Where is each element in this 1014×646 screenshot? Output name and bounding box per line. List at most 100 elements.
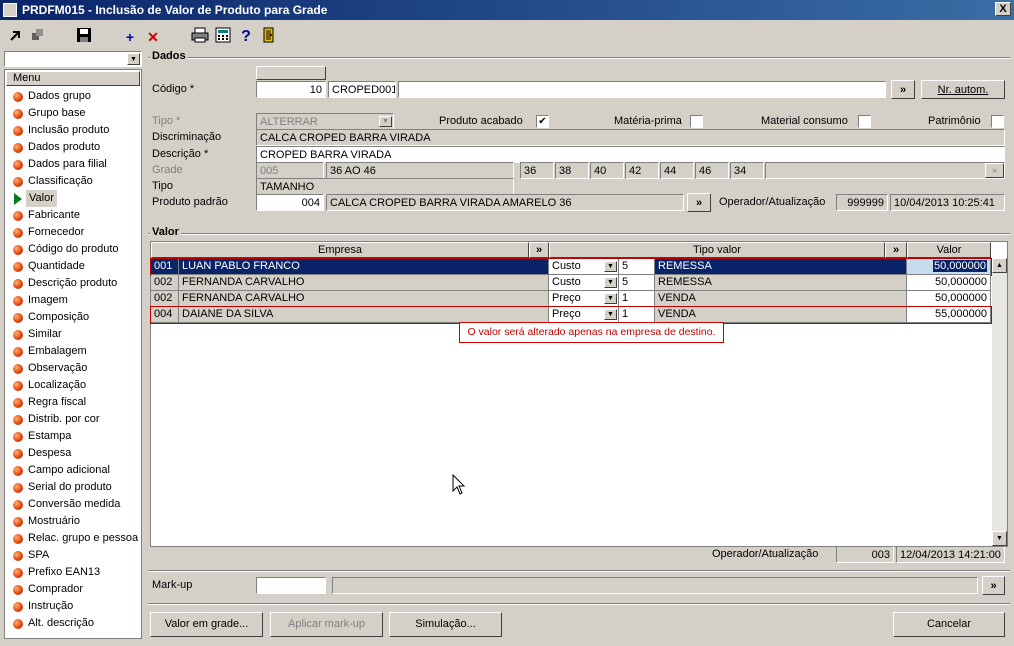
cell-text: Preço bbox=[552, 292, 581, 304]
chevron-down-icon[interactable]: ▼ bbox=[604, 277, 617, 288]
descricao-input[interactable]: CROPED BARRA VIRADA bbox=[256, 146, 1005, 163]
delete-icon[interactable]: ✕ bbox=[143, 27, 163, 47]
sidebar-item-label: Fornecedor bbox=[28, 226, 85, 238]
cell-valor[interactable]: 55,000000 bbox=[907, 307, 991, 323]
play-arrow-icon bbox=[14, 193, 22, 205]
chevron-down-icon[interactable]: ▼ bbox=[379, 116, 392, 127]
grade-size-cell: 34 bbox=[730, 162, 764, 179]
sidebar-item-label: Embalagem bbox=[28, 345, 87, 357]
back-icon[interactable] bbox=[6, 27, 26, 47]
patrimonio-checkbox[interactable] bbox=[991, 115, 1004, 128]
cell-tipo-desc[interactable]: REMESSA bbox=[655, 259, 907, 275]
cell-num[interactable]: 1 bbox=[619, 307, 655, 323]
title-bar: PRDFM015 - Inclusão de Valor de Produto … bbox=[0, 0, 1014, 20]
exit-door-icon[interactable] bbox=[259, 27, 279, 47]
table-row[interactable]: 002 FERNANDA CARVALHO Preço ▼ 1 VENDA 50,00000… bbox=[151, 291, 991, 307]
col-header-empresa-more[interactable]: » bbox=[529, 242, 549, 258]
cell-num[interactable]: 1 bbox=[619, 291, 655, 307]
produto-padrao-code-input[interactable]: 004 bbox=[256, 194, 324, 211]
cell-tipo[interactable]: Custo ▼ bbox=[549, 275, 619, 291]
cell-code[interactable]: 002 bbox=[151, 291, 179, 307]
cell-text: LUAN PABLO FRANCO bbox=[182, 260, 300, 272]
markup-more-button[interactable]: » bbox=[982, 576, 1005, 595]
col-header-tipo-more[interactable]: » bbox=[885, 242, 907, 258]
col-header-valor[interactable]: Valor bbox=[907, 242, 991, 258]
save-icon[interactable] bbox=[74, 27, 94, 47]
sidebar-item-label: Mostruário bbox=[28, 515, 80, 527]
cell-tipo-desc[interactable]: VENDA bbox=[655, 291, 907, 307]
scroll-down-icon[interactable]: ▼ bbox=[992, 531, 1007, 546]
grade-chevron-icon[interactable]: » bbox=[985, 163, 1004, 178]
bullet-dot-icon bbox=[13, 245, 23, 255]
table-row[interactable]: 004 DAIANE DA SILVA Preço ▼ 1 VENDA 55,000000 bbox=[150, 306, 992, 324]
close-button[interactable]: X bbox=[995, 2, 1011, 16]
bullet-dot-icon bbox=[13, 279, 23, 289]
cell-tipo[interactable]: Preço ▼ bbox=[549, 307, 619, 323]
cell-empresa[interactable]: FERNANDA CARVALHO bbox=[179, 275, 549, 291]
material-consumo-checkbox[interactable] bbox=[858, 115, 871, 128]
bullet-dot-icon bbox=[13, 364, 23, 374]
grade-size-cell: 36 bbox=[520, 162, 554, 179]
cell-text: VENDA bbox=[658, 292, 696, 304]
cell-empresa[interactable]: DAIANE DA SILVA bbox=[179, 307, 549, 323]
menu-filter-combo[interactable]: ▼ bbox=[4, 51, 142, 67]
cell-code[interactable]: 004 bbox=[151, 307, 179, 323]
cell-code[interactable]: 001 bbox=[151, 259, 179, 275]
help-icon[interactable]: ? bbox=[236, 27, 256, 47]
refresh-icon[interactable] bbox=[28, 27, 48, 47]
cell-tipo-desc[interactable]: REMESSA bbox=[655, 275, 907, 291]
codigo-input[interactable]: 10 bbox=[256, 81, 326, 98]
cell-tipo-desc[interactable]: VENDA bbox=[655, 307, 907, 323]
materia-prima-checkbox[interactable] bbox=[690, 115, 703, 128]
sidebar-item-label: Estampa bbox=[28, 430, 72, 442]
cell-valor[interactable]: 50,000000 bbox=[907, 291, 991, 307]
valor-em-grade-button[interactable]: Valor em grade... bbox=[150, 612, 263, 637]
bullet-dot-icon bbox=[13, 619, 23, 629]
cell-empresa[interactable]: LUAN PABLO FRANCO bbox=[179, 259, 549, 275]
chevron-down-icon[interactable]: ▼ bbox=[604, 293, 617, 304]
codigo-more-button[interactable]: » bbox=[891, 80, 915, 99]
col-header-tipo-valor[interactable]: Tipo valor bbox=[549, 242, 885, 258]
table-row[interactable]: 002 FERNANDA CARVALHO Custo ▼ 5 REMESSA 50,000… bbox=[151, 275, 991, 291]
bullet-dot-icon bbox=[13, 551, 23, 561]
sidebar-item-label: Dados para filial bbox=[28, 158, 107, 170]
cell-text: 5 bbox=[622, 276, 629, 288]
cell-valor[interactable]: 50,000000 bbox=[907, 275, 991, 291]
simulacao-button[interactable]: Simulação... bbox=[389, 612, 502, 637]
aplicar-markup-button[interactable]: Aplicar mark-up bbox=[270, 612, 383, 637]
cell-num[interactable]: 5 bbox=[619, 259, 655, 275]
chevron-down-icon[interactable]: ▼ bbox=[604, 309, 617, 320]
scroll-up-icon[interactable]: ▲ bbox=[992, 258, 1007, 273]
discriminacao-field: CALCA CROPED BARRA VIRADA bbox=[256, 129, 1005, 146]
cell-text: 55,000000 bbox=[935, 308, 987, 320]
col-header-empresa[interactable]: Empresa bbox=[151, 242, 529, 258]
sidebar-item-label: Localização bbox=[28, 379, 87, 391]
cell-text: 5 bbox=[622, 260, 629, 272]
chevron-down-icon[interactable]: ▼ bbox=[127, 53, 140, 65]
produto-padrao-more-button[interactable]: » bbox=[687, 193, 711, 212]
cell-valor[interactable]: 50,000000 bbox=[907, 259, 991, 275]
chevron-down-icon[interactable]: ▼ bbox=[604, 261, 617, 272]
produto-acabado-checkbox[interactable] bbox=[536, 115, 549, 128]
add-icon[interactable]: + bbox=[120, 27, 140, 47]
table-row[interactable]: 001 LUAN PABLO FRANCO Custo ▼ 5 REMESSA 50,000… bbox=[150, 258, 992, 276]
cell-code[interactable]: 002 bbox=[151, 275, 179, 291]
nr-autom-button[interactable]: Nr. autom. bbox=[921, 80, 1005, 99]
grade-desc-field: 36 AO 46 bbox=[326, 162, 514, 179]
grade-label: Grade bbox=[152, 164, 183, 176]
print-icon[interactable] bbox=[190, 27, 210, 47]
calculator-icon[interactable] bbox=[213, 27, 233, 47]
markup-input[interactable] bbox=[256, 577, 326, 594]
sidebar-item-label: Quantidade bbox=[28, 260, 85, 272]
cell-tipo[interactable]: Custo ▼ bbox=[549, 259, 619, 275]
tipo-select[interactable]: ALTERRAR ▼ bbox=[256, 113, 394, 130]
cell-empresa[interactable]: FERNANDA CARVALHO bbox=[179, 291, 549, 307]
cell-tipo[interactable]: Preço ▼ bbox=[549, 291, 619, 307]
cancelar-button[interactable]: Cancelar bbox=[893, 612, 1005, 637]
bottom-separator bbox=[148, 603, 1010, 605]
grade-size-cell: 40 bbox=[590, 162, 624, 179]
cell-num[interactable]: 5 bbox=[619, 275, 655, 291]
cell-text: Custo bbox=[552, 276, 581, 288]
window-title: PRDFM015 - Inclusão de Valor de Produto … bbox=[22, 3, 328, 17]
grid-vertical-scrollbar[interactable]: ▲ ▼ bbox=[992, 258, 1007, 546]
